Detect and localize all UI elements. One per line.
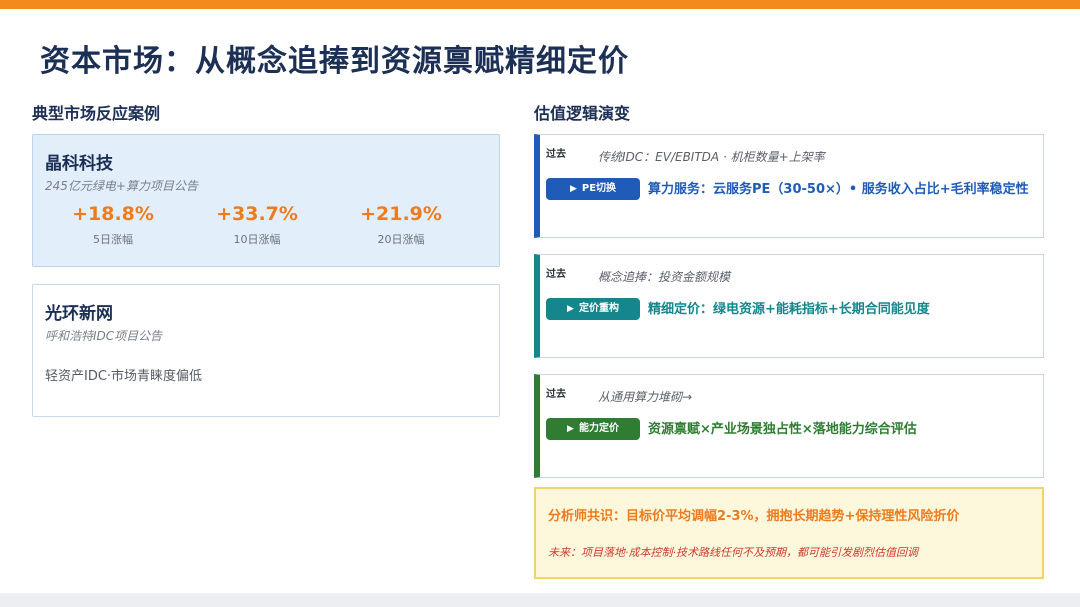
case-subtitle: 245亿元绿电+算力项目公告 bbox=[45, 179, 198, 193]
pill-label: PE切换 bbox=[581, 183, 617, 194]
past-label: 过去 bbox=[546, 389, 566, 400]
case-subtitle: 呼和浩特IDC项目公告 bbox=[45, 329, 163, 343]
bottom-bar bbox=[0, 593, 1080, 607]
case-name: 晶科科技 bbox=[45, 154, 113, 174]
stat-label: 10日涨幅 bbox=[233, 233, 281, 246]
pill-label: 能力定价 bbox=[578, 423, 619, 434]
top-accent-bar bbox=[0, 0, 1080, 9]
evolution-card-pe: 过去 传统IDC：EV/EBITDA · 机柜数量+上架率 ▶ PE切换 算力服务… bbox=[534, 134, 1044, 238]
past-label: 过去 bbox=[546, 269, 566, 280]
past-text: 传统IDC：EV/EBITDA · 机柜数量+上架率 bbox=[598, 150, 825, 164]
stat-value: +33.7% bbox=[216, 203, 298, 225]
play-triangle-icon: ▶ bbox=[569, 184, 577, 194]
pe-switch-tag: ▶ PE切换 bbox=[546, 178, 640, 200]
consensus-main: 分析师共识：目标价平均调幅2-3%，拥抱长期趋势+保持理性风险折价 bbox=[548, 509, 960, 524]
play-triangle-icon: ▶ bbox=[567, 424, 574, 434]
now-text: 资源禀赋×产业场景独占性×落地能力综合评估 bbox=[648, 422, 917, 437]
evolution-card-repricing: 过去 概念追捧：投资金额规模 ▶ 定价重构 精细定价：绿电资源+能耗指标+长期合同… bbox=[534, 254, 1044, 358]
case-card-jinko: 晶科科技 245亿元绿电+算力项目公告 +18.8% 5日涨幅 +33.7% 1… bbox=[32, 134, 500, 267]
stat-20day: +21.9% 20日涨幅 bbox=[341, 203, 461, 247]
slide-title: 资本市场：从概念追捧到资源禀赋精细定价 bbox=[40, 44, 629, 79]
stat-5day: +18.8% 5日涨幅 bbox=[53, 203, 173, 247]
capability-pricing-tag: ▶ 能力定价 bbox=[546, 418, 640, 440]
repricing-tag: ▶ 定价重构 bbox=[546, 298, 640, 320]
past-text: 从通用算力堆砌→ bbox=[598, 390, 693, 404]
case-note: 轻资产IDC·市场青睐度偏低 bbox=[45, 369, 203, 384]
case-name: 光环新网 bbox=[45, 304, 113, 324]
pill-label: 定价重构 bbox=[578, 303, 619, 314]
stat-value: +18.8% bbox=[72, 203, 154, 225]
now-text: 算力服务：云服务PE（30-50×）• 服务收入占比+毛利率稳定性 bbox=[648, 182, 1029, 197]
evolution-card-capability: 过去 从通用算力堆砌→ ▶ 能力定价 资源禀赋×产业场景独占性×落地能力综合评估 bbox=[534, 374, 1044, 478]
stat-label: 5日涨幅 bbox=[93, 233, 133, 246]
consensus-note: 未来：项目落地·成本控制·技术路线任何不及预期，都可能引发剧烈估值回调 bbox=[548, 546, 918, 559]
stat-label: 20日涨幅 bbox=[377, 233, 425, 246]
evolution-section-title: 估值逻辑演变 bbox=[534, 104, 631, 123]
cases-section-title: 典型市场反应案例 bbox=[32, 104, 161, 123]
stat-value: +21.9% bbox=[360, 203, 442, 225]
past-label: 过去 bbox=[546, 149, 566, 160]
case-card-sinnet: 光环新网 呼和浩特IDC项目公告 轻资产IDC·市场青睐度偏低 bbox=[32, 284, 500, 417]
past-text: 概念追捧：投资金额规模 bbox=[598, 270, 731, 284]
play-triangle-icon: ▶ bbox=[567, 304, 574, 314]
analyst-consensus-box: 分析师共识：目标价平均调幅2-3%，拥抱长期趋势+保持理性风险折价 未来：项目落… bbox=[534, 487, 1044, 579]
stat-10day: +33.7% 10日涨幅 bbox=[197, 203, 317, 247]
now-text: 精细定价：绿电资源+能耗指标+长期合同能见度 bbox=[648, 302, 930, 317]
